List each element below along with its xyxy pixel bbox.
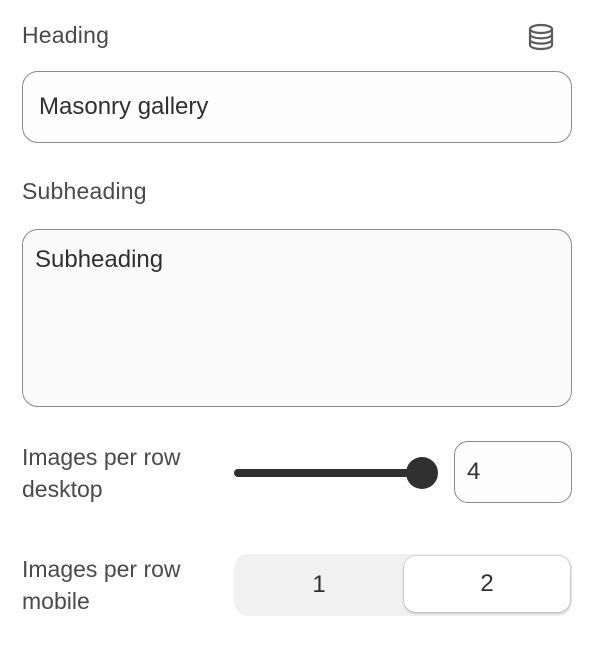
heading-input-value: Masonry gallery: [39, 93, 209, 120]
images-per-row-desktop-label-line2: desktop: [22, 476, 103, 502]
images-per-row-mobile-label-line1: Images per row: [22, 556, 181, 582]
images-per-row-desktop-label: Images per row desktop: [22, 441, 222, 505]
images-per-row-desktop-value: 4: [467, 458, 481, 485]
images-per-row-desktop-slider[interactable]: [234, 456, 438, 490]
subheading-textarea-value: Subheading: [35, 246, 164, 273]
slider-fill: [234, 469, 424, 477]
images-per-row-mobile-label-line2: mobile: [22, 588, 90, 614]
segment-option-1[interactable]: 1: [236, 554, 402, 616]
heading-input[interactable]: Masonry gallery: [22, 71, 572, 143]
images-per-row-desktop-input[interactable]: 4: [454, 441, 572, 503]
segment-option-2-selected[interactable]: 2: [404, 556, 570, 612]
slider-thumb[interactable]: [406, 457, 438, 489]
images-per-row-desktop-label-line1: Images per row: [22, 444, 181, 470]
settings-panel: Heading Masonry gallery Subheading Subhe…: [0, 0, 596, 662]
subheading-label: Subheading: [22, 178, 147, 204]
images-per-row-mobile-segmented-control: 1 2: [234, 554, 572, 616]
images-per-row-mobile-label: Images per row mobile: [22, 553, 222, 617]
database-icon[interactable]: [526, 22, 556, 52]
heading-label: Heading: [22, 22, 110, 48]
subheading-textarea[interactable]: Subheading: [22, 229, 572, 407]
